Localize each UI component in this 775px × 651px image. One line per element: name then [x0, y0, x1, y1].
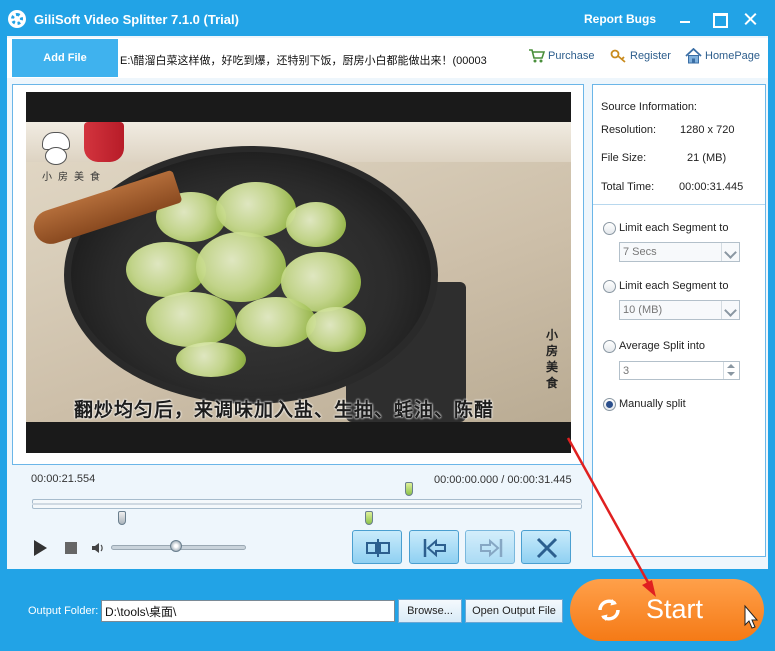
chevron-down-icon	[721, 243, 739, 261]
current-time: 00:00:21.554	[31, 473, 96, 485]
home-icon	[685, 48, 702, 64]
key-icon	[610, 49, 626, 63]
open-output-button[interactable]: Open Output File	[465, 599, 563, 623]
start-label: Start	[646, 594, 704, 624]
report-bugs-link[interactable]: Report Bugs	[584, 12, 656, 26]
close-button[interactable]	[740, 8, 760, 30]
time-range: 00:00:00.000 / 00:00:31.445	[434, 474, 572, 486]
title-bar: GiliSoft Video Splitter 7.1.0 (Trial) Re…	[0, 0, 775, 38]
file-size-label: File Size:	[601, 152, 647, 164]
radio-manual[interactable]	[603, 398, 616, 411]
register-label: Register	[630, 50, 671, 62]
segment-end-marker[interactable]	[365, 511, 373, 525]
segment-start-marker[interactable]	[118, 511, 126, 525]
bottle	[84, 122, 124, 162]
total-time-value: 00:00:31.445	[679, 181, 744, 193]
output-folder-label: Output Folder:	[28, 605, 99, 617]
stepper-down-icon[interactable]	[727, 372, 735, 376]
add-file-button[interactable]: Add File	[12, 39, 118, 77]
limit-time-select[interactable]: 7 Secs	[619, 242, 740, 262]
file-path-text: E:\醋溜白菜这样做，好吃到爆，还特别下饭，厨房小白都能做出来！(00003	[120, 55, 487, 67]
start-button[interactable]: Start	[570, 579, 764, 641]
resolution-label: Resolution:	[601, 124, 657, 136]
delete-segment-button[interactable]	[521, 530, 571, 564]
average-value: 3	[623, 365, 630, 377]
average-label[interactable]: Average Split into	[619, 340, 705, 352]
purchase-label: Purchase	[548, 50, 595, 62]
refresh-icon	[598, 599, 620, 621]
chef-logo-icon: 小房美食	[36, 132, 100, 183]
radio-average[interactable]	[603, 340, 616, 353]
stepper-up-icon[interactable]	[727, 364, 735, 368]
mark-end-icon	[480, 538, 503, 558]
stop-button[interactable]	[65, 542, 77, 554]
purchase-link[interactable]: Purchase	[528, 49, 595, 63]
manual-label[interactable]: Manually split	[619, 398, 686, 410]
limit-size-label[interactable]: Limit each Segment to	[619, 280, 728, 292]
volume-icon[interactable]	[91, 541, 105, 555]
volume-thumb[interactable]	[169, 540, 182, 552]
radio-limit-time[interactable]	[603, 222, 616, 235]
limit-size-value: 10 (MB)	[623, 304, 663, 316]
toolbar: Add File E:\醋溜白菜这样做，好吃到爆，还特别下饭，厨房小白都能做出来…	[7, 38, 768, 78]
source-info-heading: Source Information:	[601, 101, 697, 113]
mark-start-button[interactable]	[409, 530, 459, 564]
logo-text: 小房美食	[42, 172, 106, 183]
split-icon	[366, 539, 390, 557]
video-frame: 小房美食 小房美食 翻炒均匀后，来调味加入盐、生抽、蚝油、陈醋	[26, 122, 571, 422]
vertical-watermark: 小房美食	[546, 328, 559, 390]
delete-icon	[536, 537, 558, 559]
homepage-link[interactable]: HomePage	[685, 48, 761, 64]
resolution-value: 1280 x 720	[680, 124, 735, 136]
radio-limit-size[interactable]	[603, 280, 616, 293]
window-title: GiliSoft Video Splitter 7.1.0 (Trial)	[34, 12, 239, 27]
limit-time-value: 7 Secs	[623, 246, 657, 258]
limit-time-label[interactable]: Limit each Segment to	[619, 222, 728, 234]
homepage-label: HomePage	[705, 50, 761, 62]
total-time-label: Total Time:	[601, 181, 655, 193]
mark-end-button[interactable]	[465, 530, 515, 564]
register-link[interactable]: Register	[610, 49, 671, 63]
video-subtitle: 翻炒均匀后，来调味加入盐、生抽、蚝油、陈醋	[74, 399, 495, 421]
playhead-marker[interactable]	[404, 482, 413, 496]
app-logo-icon	[8, 10, 26, 28]
play-button[interactable]	[34, 540, 47, 556]
output-folder-input[interactable]	[101, 600, 395, 622]
cart-icon	[529, 49, 545, 63]
browse-button[interactable]: Browse...	[398, 599, 462, 623]
file-size-value: 21 (MB)	[687, 152, 727, 164]
mark-start-icon	[423, 538, 446, 558]
average-stepper[interactable]: 3	[619, 361, 740, 380]
minimize-button[interactable]	[675, 8, 695, 30]
maximize-button[interactable]	[708, 8, 728, 30]
split-button[interactable]	[352, 530, 402, 564]
video-preview[interactable]: 小房美食 小房美食 翻炒均匀后，来调味加入盐、生抽、蚝油、陈醋	[26, 92, 571, 453]
chevron-down-icon	[721, 301, 739, 319]
limit-size-select[interactable]: 10 (MB)	[619, 300, 740, 320]
